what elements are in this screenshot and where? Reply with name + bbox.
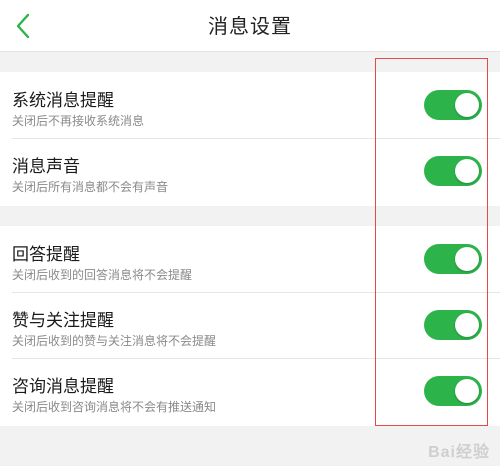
setting-description: 关闭后收到咨询消息将不会有推送通知 (12, 400, 217, 414)
setting-description: 关闭后所有消息都不会有声音 (12, 180, 169, 194)
setting-description: 关闭后收到的赞与关注消息将不会提醒 (12, 334, 217, 348)
watermark: Bai经验 (428, 444, 490, 461)
setting-title: 回答提醒 (12, 245, 80, 265)
setting-title: 系统消息提醒 (12, 91, 114, 111)
setting-row-message-sound: 消息声音 关闭后所有消息都不会有声音 (0, 138, 500, 204)
toggle-knob (455, 313, 479, 337)
toggle-knob (455, 379, 479, 403)
like-follow-reminder-toggle[interactable] (424, 310, 482, 340)
settings-group-1: 系统消息提醒 关闭后不再接收系统消息 消息声音 关闭后所有消息都不会有声音 (0, 72, 500, 206)
setting-row-system-message: 系统消息提醒 关闭后不再接收系统消息 (0, 72, 500, 138)
setting-description: 关闭后不再接收系统消息 (12, 114, 145, 128)
consult-reminder-toggle[interactable] (424, 376, 482, 406)
setting-title: 咨询消息提醒 (12, 377, 114, 397)
page-title: 消息设置 (208, 14, 292, 38)
setting-title: 消息声音 (12, 157, 80, 177)
setting-title: 赞与关注提醒 (12, 311, 114, 331)
system-message-toggle[interactable] (424, 90, 482, 120)
setting-row-like-follow-reminder: 赞与关注提醒 关闭后收到的赞与关注消息将不会提醒 (0, 292, 500, 358)
toggle-knob (455, 247, 479, 271)
toggle-knob (455, 159, 479, 183)
answer-reminder-toggle[interactable] (424, 244, 482, 274)
settings-group-2: 回答提醒 关闭后收到的回答消息将不会提醒 赞与关注提醒 关闭后收到的赞与关注消息… (0, 226, 500, 426)
setting-row-answer-reminder: 回答提醒 关闭后收到的回答消息将不会提醒 (0, 226, 500, 292)
header-bar: 消息设置 (0, 0, 500, 52)
message-sound-toggle[interactable] (424, 156, 482, 186)
toggle-knob (455, 93, 479, 117)
setting-row-consult-reminder: 咨询消息提醒 关闭后收到咨询消息将不会有推送通知 (0, 358, 500, 424)
setting-description: 关闭后收到的回答消息将不会提醒 (12, 268, 193, 282)
